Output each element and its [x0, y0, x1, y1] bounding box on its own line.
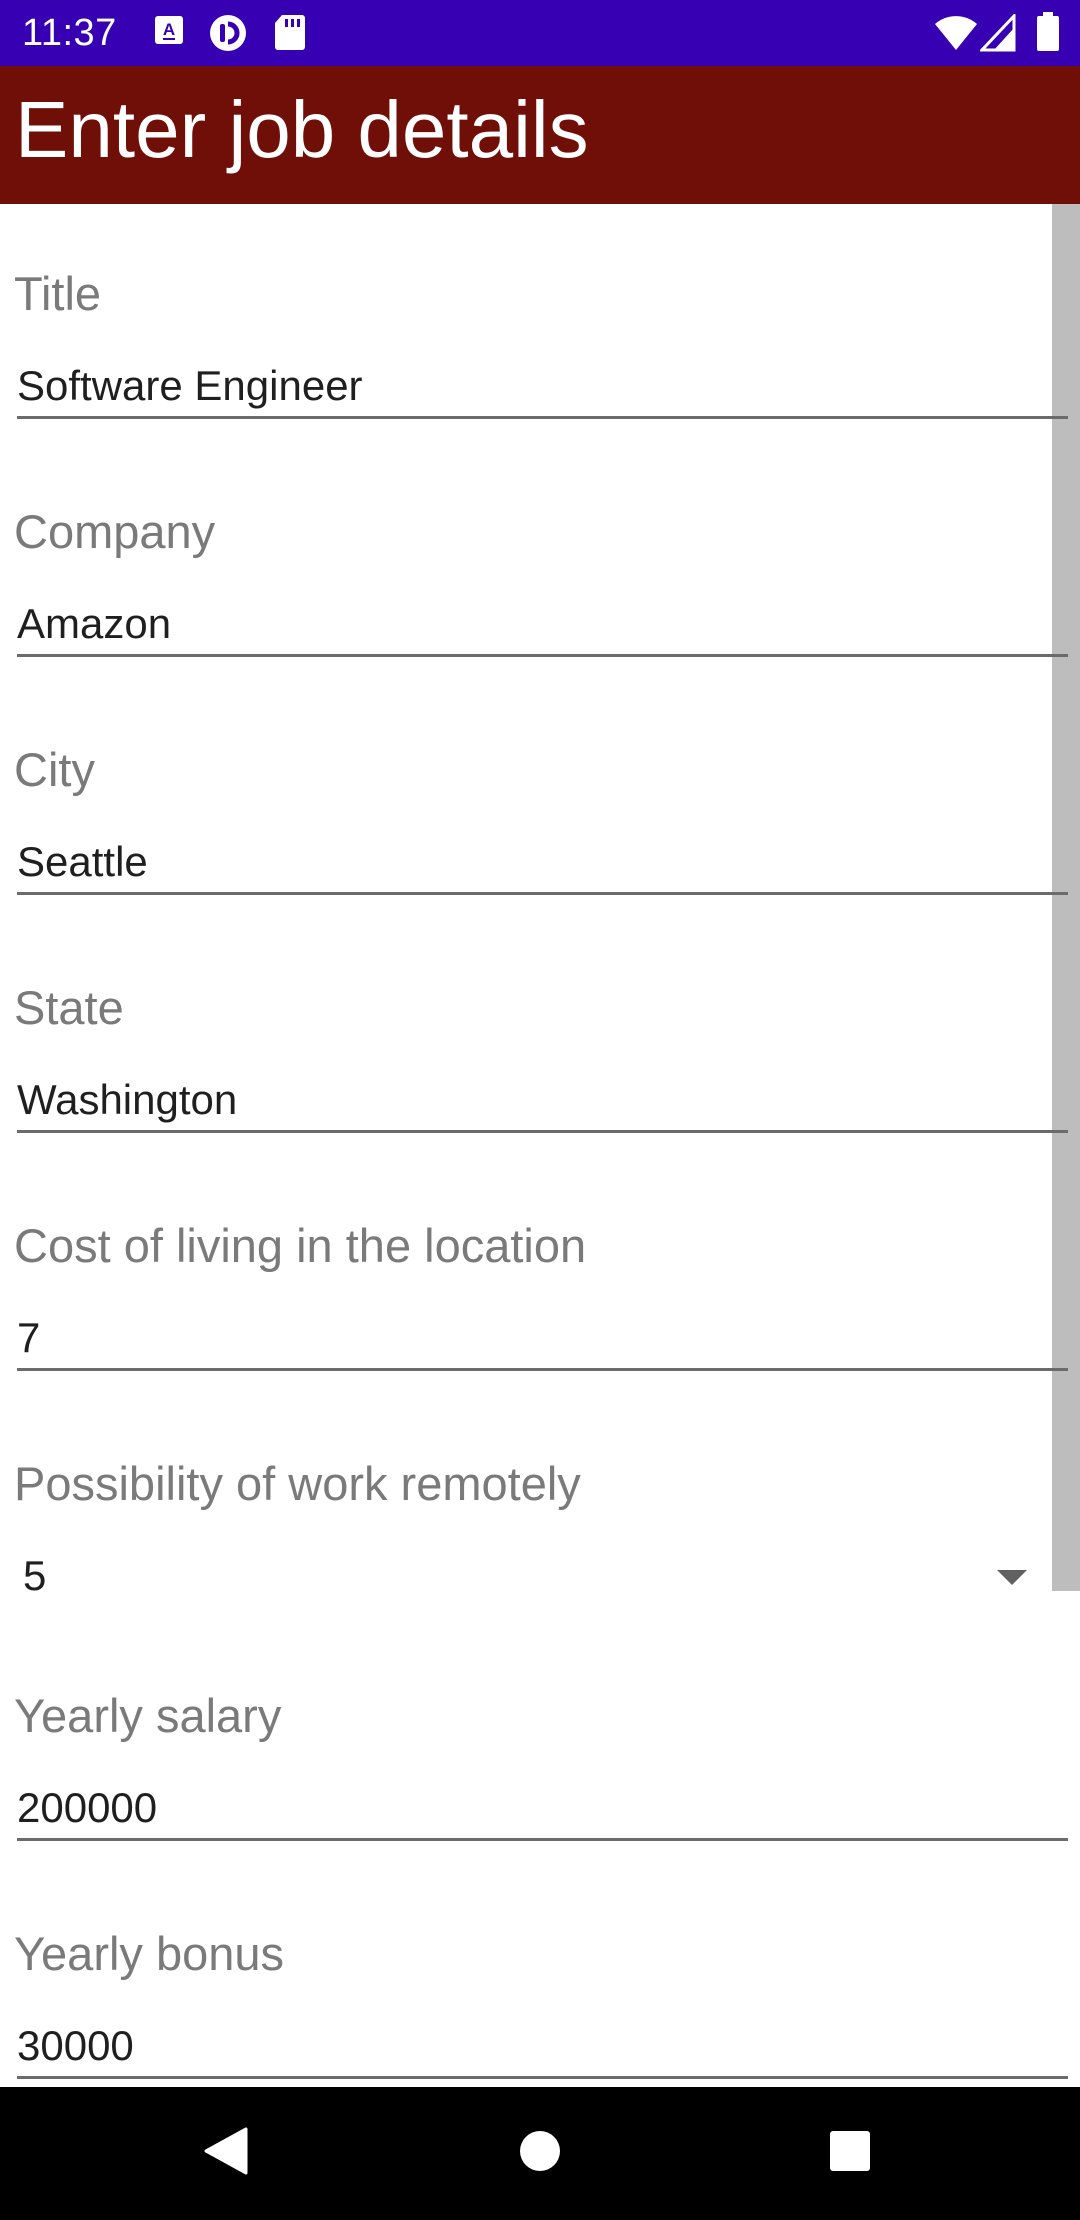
yearly-salary-label: Yearly salary [14, 1689, 282, 1742]
cost-of-living-input[interactable] [17, 1308, 1068, 1371]
status-time: 11:37 [22, 12, 117, 54]
city-label: City [14, 743, 95, 796]
company-input[interactable] [17, 594, 1068, 657]
dropdown-arrow-icon [997, 1570, 1027, 1591]
state-label: State [14, 981, 124, 1034]
back-button[interactable] [186, 2113, 266, 2193]
wifi-icon [934, 14, 978, 57]
home-button[interactable] [500, 2113, 580, 2193]
app-toolbar: Enter job details [0, 66, 1080, 204]
home-icon [518, 2129, 562, 2178]
cellular-signal-icon [978, 12, 1016, 57]
yearly-bonus-label: Yearly bonus [14, 1927, 285, 1980]
status-bar: 11:37 A [0, 0, 1080, 66]
pocket-casts-icon [208, 13, 248, 58]
sd-card-icon [274, 13, 306, 56]
remote-work-selected-value: 5 [23, 1552, 47, 1599]
svg-text:A: A [163, 20, 175, 39]
battery-icon [1036, 12, 1060, 57]
app-notification-icon: A [154, 15, 184, 50]
navigation-bar [0, 2087, 1080, 2220]
state-input[interactable] [17, 1070, 1068, 1133]
remote-work-dropdown[interactable]: 5 [17, 1540, 1047, 1616]
back-icon [204, 2127, 248, 2180]
yearly-bonus-input[interactable] [17, 2016, 1068, 2079]
city-input[interactable] [17, 832, 1068, 895]
job-details-form[interactable]: Title Company City State Cost of living … [0, 204, 1080, 2087]
company-label: Company [14, 505, 216, 558]
cost-of-living-label: Cost of living in the location [14, 1219, 587, 1272]
title-label: Title [14, 267, 102, 320]
recents-icon [828, 2129, 872, 2178]
yearly-salary-input[interactable] [17, 1778, 1068, 1841]
remote-work-label: Possibility of work remotely [14, 1457, 581, 1510]
page-title: Enter job details [15, 85, 589, 174]
recents-button[interactable] [810, 2113, 890, 2193]
title-input[interactable] [17, 356, 1068, 419]
